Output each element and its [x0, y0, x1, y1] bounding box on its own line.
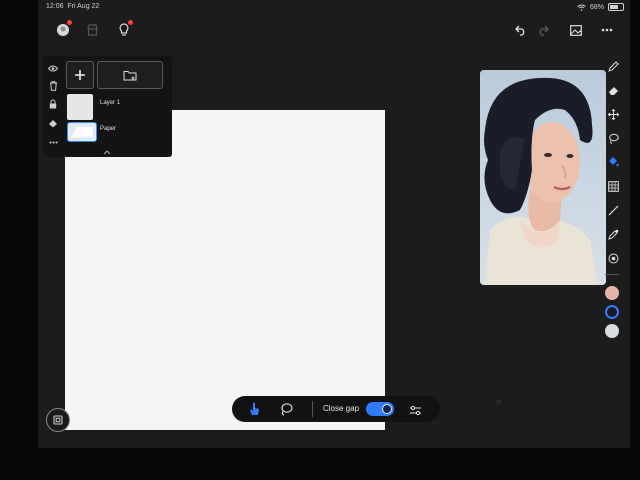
add-group-button[interactable] [97, 61, 163, 89]
move-tool[interactable] [605, 106, 621, 122]
more-button[interactable] [598, 21, 616, 39]
app-screen: 12:06 Fri Aug 22 68% Layer 1 Paper Close… [38, 0, 630, 448]
more-dots-icon [49, 141, 57, 143]
delete-layer-button[interactable] [47, 80, 59, 92]
notification-dot [67, 20, 72, 25]
layer-1-label[interactable]: Layer 1 [100, 100, 120, 106]
redo-icon [539, 25, 549, 36]
status-bar: 12:06 Fri Aug 22 68% [38, 0, 630, 14]
status-time: 12:06 Fri Aug 22 [46, 3, 99, 10]
grid-tool[interactable] [605, 178, 621, 194]
color-swatch-tertiary[interactable] [605, 324, 619, 338]
lasso-fill-button[interactable] [279, 402, 293, 421]
grid-icon [607, 180, 619, 192]
eraser-tool[interactable] [605, 82, 621, 98]
eraser-icon [608, 86, 618, 95]
collapse-panel-button[interactable] [103, 142, 111, 160]
move-icon [607, 108, 619, 120]
eye-icon [48, 65, 58, 71]
lasso-tool[interactable] [605, 130, 621, 146]
canvas-fit-button[interactable] [46, 408, 70, 432]
tips-dot [128, 20, 133, 25]
profile-icon [57, 24, 69, 36]
close-gap-toggle[interactable] [366, 402, 394, 416]
fill-settings-button[interactable] [409, 403, 422, 421]
layer-1-thumbnail[interactable] [67, 94, 93, 120]
toggle-knob [382, 404, 392, 414]
undo-icon [515, 25, 525, 36]
lasso-icon [608, 133, 619, 144]
time-text: 12:06 [46, 3, 64, 10]
battery-icon [608, 3, 624, 11]
bar-separator [312, 401, 313, 417]
battery-percent: 68% [589, 3, 604, 11]
redo-button[interactable] [534, 21, 552, 39]
canvas-dot-marker [496, 399, 501, 404]
stamp-icon [608, 253, 618, 263]
line-icon [608, 205, 618, 215]
wifi-icon [577, 4, 586, 11]
fill-icon [49, 119, 57, 127]
paper-icon [71, 127, 93, 138]
toolbar-divider [605, 274, 619, 275]
lock-layer-button[interactable] [47, 98, 59, 110]
trash-icon [49, 81, 57, 91]
hand-pointer-icon [250, 402, 259, 415]
layer-fill-button[interactable] [47, 117, 59, 129]
color-swatch-primary[interactable] [605, 286, 619, 300]
lock-icon [49, 99, 57, 109]
date-text: Fri Aug 22 [67, 3, 100, 10]
add-layer-button[interactable] [66, 61, 94, 89]
pen-tool[interactable] [605, 58, 621, 74]
touch-fill-button[interactable] [248, 402, 261, 421]
profile-button[interactable] [54, 20, 72, 39]
gallery-icon [570, 24, 582, 36]
store-icon [86, 24, 98, 36]
reference-portrait-image [480, 70, 606, 285]
new-folder-icon [123, 70, 136, 80]
line-tool[interactable] [605, 202, 621, 218]
tools-toolbar [600, 56, 626, 346]
eyedropper-tool[interactable] [605, 226, 621, 242]
eyedropper-icon [607, 229, 618, 240]
more-icon [601, 28, 613, 32]
tips-button[interactable] [115, 20, 133, 39]
close-gap-label: Close gap [323, 404, 360, 413]
lasso-fill-icon [281, 403, 293, 416]
drawing-canvas[interactable] [65, 110, 385, 430]
pen-icon [607, 60, 619, 72]
gallery-button[interactable] [567, 21, 585, 39]
color-swatch-secondary[interactable] [605, 305, 619, 319]
paper-layer-thumbnail[interactable] [67, 122, 97, 142]
status-right: 68% [577, 3, 624, 11]
store-button[interactable] [83, 21, 101, 39]
fit-canvas-icon [53, 415, 63, 425]
reference-image[interactable] [480, 70, 606, 285]
fill-options-bar: Close gap [232, 396, 440, 422]
sliders-icon [410, 405, 421, 416]
chevron-up-icon [103, 150, 111, 155]
layer-more-button[interactable] [47, 136, 59, 148]
plus-icon [75, 70, 85, 80]
visibility-toggle[interactable] [47, 62, 59, 74]
layers-panel: Layer 1 Paper [43, 56, 172, 157]
undo-button[interactable] [512, 21, 530, 39]
paper-layer-label[interactable]: Paper [100, 126, 116, 132]
tips-icon [119, 23, 129, 36]
stamp-tool[interactable] [605, 250, 621, 266]
fill-bucket-tool[interactable] [605, 154, 621, 170]
fill-bucket-icon [609, 157, 619, 167]
